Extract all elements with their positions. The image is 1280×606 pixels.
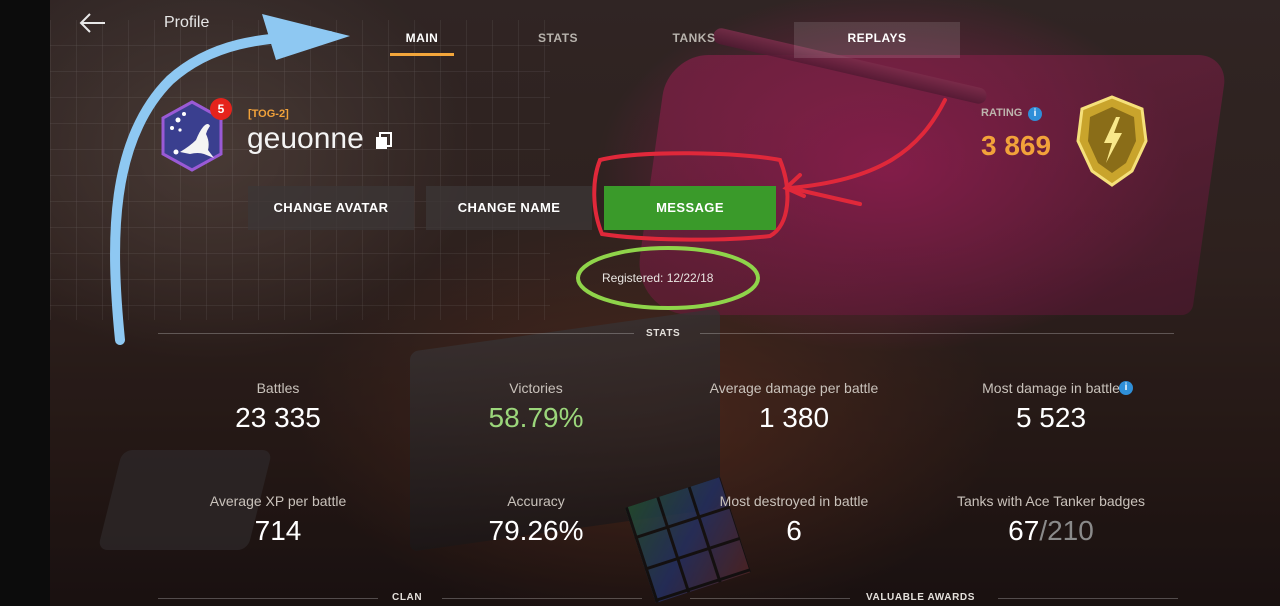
stat-value: 714 (254, 515, 302, 546)
stat-average-damage: Average damage per battle 1 380 (674, 380, 914, 434)
change-name-button[interactable]: CHANGE NAME (426, 186, 592, 230)
stat-accuracy: Accuracy 79.26% (416, 493, 656, 547)
ace-count: 67 (1008, 515, 1040, 546)
stat-ace-tanker-badges: Tanks with Ace Tanker badges 67/210 (931, 493, 1171, 547)
stat-most-damage: Most damage in battle 5 523 (931, 380, 1171, 434)
rating-shield-icon[interactable] (1076, 95, 1148, 187)
stat-value: 5 523 (1015, 402, 1087, 433)
arrow-left-icon[interactable] (78, 10, 108, 36)
clan-tag[interactable]: [TOG-2] (248, 108, 289, 120)
awards-divider (998, 598, 1178, 599)
info-icon[interactable]: i (1119, 381, 1133, 395)
info-icon[interactable]: i (1028, 107, 1042, 121)
stat-value: 1 380 (758, 402, 830, 433)
awards-section-title: VALUABLE AWARDS (866, 592, 975, 603)
stat-label: Average XP per battle (209, 493, 347, 509)
stats-divider (158, 333, 634, 334)
stats-section-title: STATS (646, 328, 681, 339)
message-button[interactable]: MESSAGE (604, 186, 776, 230)
background-tiles (50, 20, 550, 320)
change-avatar-button[interactable]: CHANGE AVATAR (248, 186, 414, 230)
notification-badge: 5 (210, 98, 232, 120)
stat-victories: Victories 58.79% (416, 380, 656, 434)
awards-divider (690, 598, 850, 599)
stat-label: Most damage in battle (982, 380, 1120, 396)
stats-divider (700, 333, 1174, 334)
copy-icon[interactable] (374, 131, 394, 151)
stat-value: 58.79% (488, 402, 584, 433)
tab-stats[interactable]: STATS (522, 22, 594, 58)
stat-value: 79.26% (488, 515, 584, 546)
clan-divider (158, 598, 378, 599)
tab-main[interactable]: MAIN (390, 22, 454, 58)
stat-label: Most destroyed in battle (719, 493, 869, 509)
stat-value: 6 (786, 515, 802, 546)
rating-label: RATING (981, 107, 1023, 119)
registered-date: Registered: 12/22/18 (602, 271, 714, 285)
stat-label: Victories (509, 380, 563, 396)
stat-most-destroyed: Most destroyed in battle 6 (674, 493, 914, 547)
rating-value: 3 869 (981, 130, 1052, 161)
clan-section-title: CLAN (392, 592, 423, 603)
stat-battles: Battles 23 335 (158, 380, 398, 434)
stat-label: Tanks with Ace Tanker badges (956, 493, 1146, 509)
clan-divider (442, 598, 642, 599)
page-title: Profile (164, 14, 210, 31)
stat-value: 23 335 (235, 402, 321, 433)
tab-replays[interactable]: REPLAYS (794, 22, 960, 58)
stat-label: Battles (256, 380, 300, 396)
stat-label: Accuracy (507, 493, 565, 509)
stat-value: 67/210 (931, 515, 1171, 547)
ace-total: /210 (1039, 515, 1094, 546)
player-name: geuonne (247, 122, 364, 155)
stat-average-xp: Average XP per battle 714 (158, 493, 398, 547)
stat-label: Average damage per battle (709, 380, 879, 396)
profile-screen: Profile MAIN STATS TANKS REPLAYS 5 [TOG-… (50, 0, 1280, 606)
tab-tanks[interactable]: TANKS (658, 22, 730, 58)
